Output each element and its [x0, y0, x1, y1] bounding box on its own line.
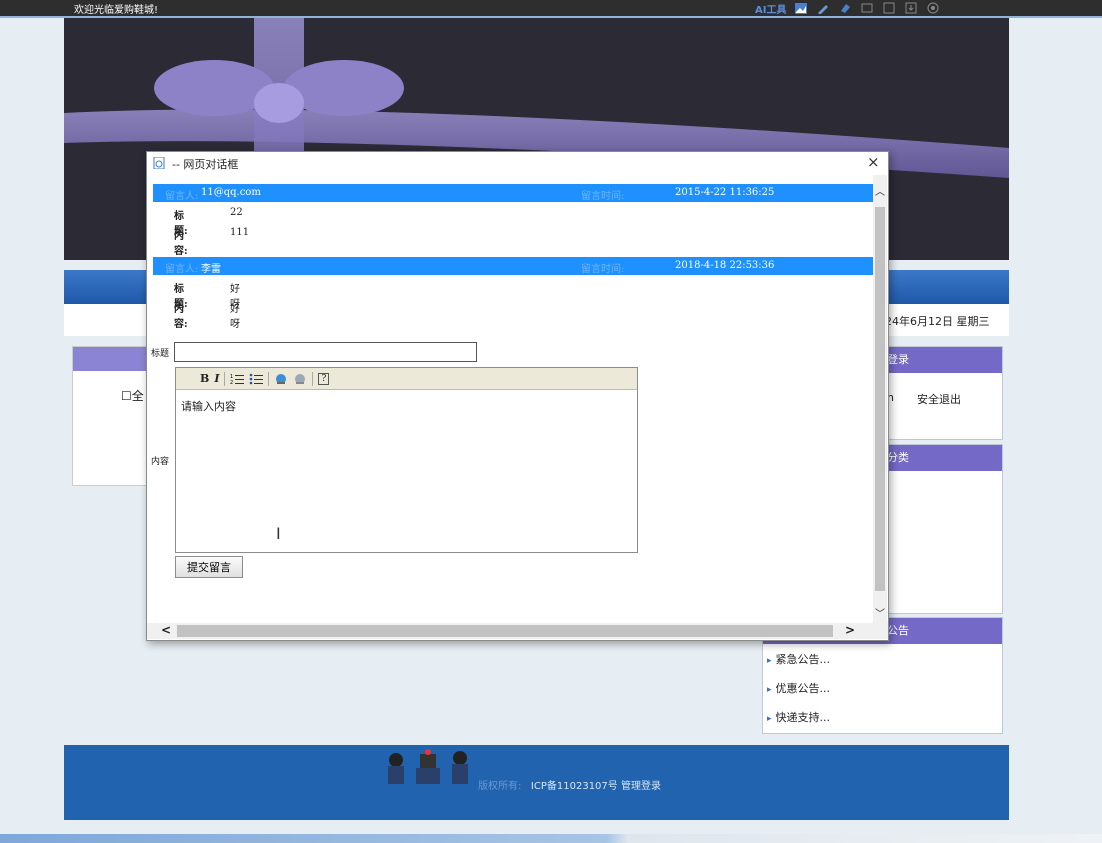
left-panel-header [73, 347, 155, 371]
message-header: 留言人: 李雷 留言时间: 2018-4-18 22:53:36 [153, 257, 873, 275]
toolbar-separator [268, 371, 270, 386]
notice-link[interactable]: 快递支持... [776, 711, 831, 724]
svg-text:2: 2 [230, 380, 233, 385]
site-footer: 版权所有: ICP备11023107号 管理登录 [64, 745, 1009, 820]
toolbar-separator [224, 371, 226, 386]
notice-list: ▸ 紧急公告... ▸ 优惠公告... ▸ 快递支持... [767, 654, 830, 741]
current-date: 24年6月12日 星期三 [885, 315, 990, 328]
scroll-up-icon[interactable]: ︿ [875, 183, 885, 198]
author-label: 留言人: [165, 191, 199, 202]
content-label: 内容: [174, 231, 188, 257]
notice-item[interactable]: ▸ 紧急公告... [767, 654, 830, 683]
web-dialog: -- 网页对话框 × 留言人: 11@qq.com 留言时间: 2015-4-2… [146, 151, 889, 641]
vertical-scrollbar[interactable]: ︿ ﹀ [873, 175, 887, 623]
left-panel: ☐全 [72, 346, 156, 486]
author-value: 李雷 [201, 264, 221, 275]
scroll-down-icon[interactable]: ﹀ [875, 605, 885, 620]
toolbar-separator [312, 371, 314, 386]
title-input[interactable] [174, 342, 477, 362]
author-value: 11@qq.com [201, 187, 261, 198]
text-cursor-icon: I [276, 524, 281, 543]
bullet-icon: ▸ [767, 685, 772, 695]
select-all-checkbox[interactable]: ☐全 [121, 387, 144, 404]
pen-icon[interactable] [816, 2, 830, 14]
download-icon[interactable] [904, 2, 918, 14]
bold-button[interactable]: B [200, 372, 209, 385]
content-label: 内容: [174, 304, 188, 330]
rich-text-editor[interactable]: B I 12 ? 请输入内容 I [175, 367, 638, 553]
icp-text[interactable]: ICP备11023107号 管理登录 [531, 781, 661, 792]
help-button[interactable]: ? [318, 372, 330, 385]
close-icon[interactable]: × [867, 153, 880, 171]
time-value: 2018-4-18 22:53:36 [675, 260, 775, 271]
time-value: 2015-4-22 11:36:25 [675, 187, 775, 198]
ie-page-icon [153, 157, 165, 169]
editor-placeholder: 请输入内容 [181, 400, 236, 413]
fullscreen-icon[interactable] [882, 2, 896, 14]
dialog-titlebar: -- 网页对话框 × [147, 152, 888, 175]
welcome-text: 欢迎光临爱购鞋城! [74, 5, 159, 16]
submit-message-button[interactable]: 提交留言 [175, 556, 243, 578]
scroll-right-icon[interactable]: > [845, 623, 855, 637]
author-label: 留言人: [165, 264, 199, 275]
notice-link[interactable]: 优惠公告... [776, 682, 831, 695]
scroll-left-icon[interactable]: < [161, 623, 171, 637]
vertical-scroll-thumb[interactable] [875, 207, 885, 591]
bullet-icon: ▸ [767, 656, 772, 666]
settings-icon[interactable] [926, 2, 940, 14]
message-header: 留言人: 11@qq.com 留言时间: 2015-4-22 11:36:25 [153, 184, 873, 202]
browser-top-bar: 欢迎光临爱购鞋城! AI工具 [0, 0, 1102, 16]
content-value: 好呀 [230, 304, 240, 330]
form-content-label: 内容 [151, 457, 170, 467]
dialog-title: -- 网页对话框 [172, 158, 239, 171]
horizontal-scroll-thumb[interactable] [177, 625, 833, 637]
ai-tool-button[interactable]: AI工具 [755, 1, 786, 16]
bullet-icon: ▸ [767, 714, 772, 724]
image-icon[interactable] [794, 2, 808, 14]
extension-toolbar: AI工具 [755, 1, 940, 16]
italic-button[interactable]: I [214, 372, 219, 385]
bottom-status-strip [0, 834, 1102, 843]
crop-icon[interactable] [860, 2, 874, 14]
title-value: 22 [230, 207, 243, 218]
remove-link-icon[interactable] [293, 373, 307, 385]
time-label: 留言时间: [581, 264, 625, 275]
editor-toolbar: B I 12 ? [176, 368, 637, 390]
notice-item[interactable]: ▸ 优惠公告... [767, 683, 830, 712]
logout-link[interactable]: 安全退出 [917, 391, 961, 407]
time-label: 留言时间: [581, 191, 625, 202]
copyright-label: 版权所有: [478, 781, 522, 792]
ordered-list-icon[interactable]: 12 [230, 373, 245, 385]
horizontal-scrollbar[interactable]: < > [147, 623, 888, 639]
eraser-icon[interactable] [838, 2, 852, 14]
footer-copyright: 版权所有: ICP备11023107号 管理登录 [478, 777, 661, 792]
form-title-label: 标题 [151, 349, 170, 359]
content-value: 111 [230, 227, 250, 238]
police-badge-icon [388, 749, 468, 784]
insert-link-icon[interactable] [274, 373, 288, 385]
notice-link[interactable]: 紧急公告... [776, 653, 831, 666]
unordered-list-icon[interactable] [249, 373, 264, 385]
notice-item[interactable]: ▸ 快递支持... [767, 712, 830, 741]
